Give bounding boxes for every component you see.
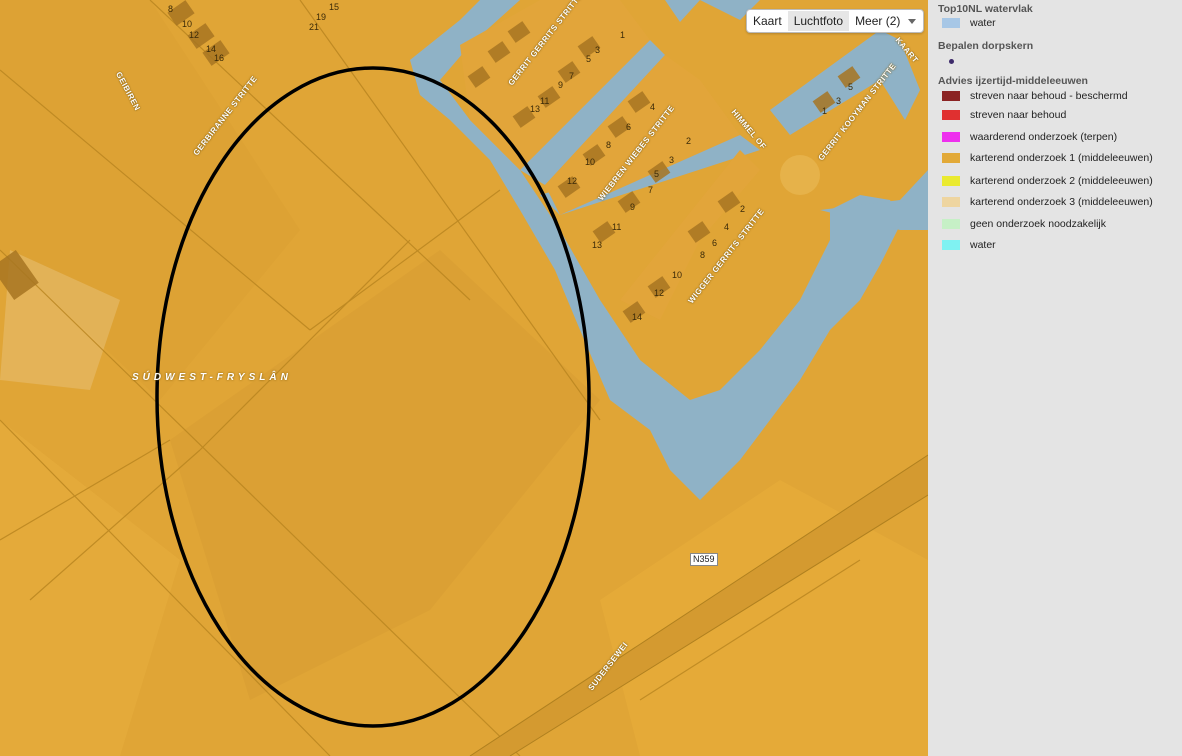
legend-item: karterend onderzoek 1 (middeleeuwen) [942, 151, 1153, 165]
legend-item-label: karterend onderzoek 2 (middeleeuwen) [970, 175, 1153, 187]
point-icon [949, 58, 954, 64]
map-type-luchtfoto-button[interactable]: Luchtfoto [787, 11, 850, 31]
house-number: 8 [606, 140, 612, 150]
house-number: 19 [316, 12, 327, 22]
legend-item: geen onderzoek noodzakelijk [942, 217, 1106, 231]
house-number: 4 [724, 222, 730, 232]
legend-item-label: waarderend onderzoek (terpen) [970, 131, 1118, 143]
legend-swatch [942, 153, 960, 163]
house-number: 7 [569, 71, 575, 81]
house-number: 2 [686, 136, 692, 146]
legend-swatch [942, 240, 960, 250]
legend-item-label: water [970, 239, 996, 251]
legend-section-title: Bepalen dorpskern [938, 40, 1034, 52]
legend-item: streven naar behoud - beschermd [942, 89, 1128, 103]
legend-swatch [942, 110, 960, 120]
house-number: 1 [620, 30, 626, 40]
house-number: 5 [586, 54, 592, 64]
house-number: 16 [214, 53, 225, 63]
legend-item: waarderend onderzoek (terpen) [942, 130, 1117, 144]
region-label: SÚDWEST-FRYSLÂN [132, 372, 292, 383]
house-number: 21 [309, 22, 320, 32]
house-number: 9 [558, 80, 564, 90]
roundabout [780, 155, 820, 195]
legend-swatch [942, 219, 960, 229]
legend-item-label: karterend onderzoek 1 (middeleeuwen) [970, 152, 1153, 164]
legend-swatch [942, 91, 960, 101]
house-number: 11 [612, 222, 622, 232]
house-number: 3 [669, 155, 675, 165]
legend-item-label: geen onderzoek noodzakelijk [970, 218, 1107, 230]
legend-item-label: streven naar behoud - beschermd [970, 90, 1128, 102]
house-number: 4 [650, 102, 656, 112]
legend-item: water [942, 238, 996, 252]
house-number: 5 [848, 82, 854, 92]
house-number: 7 [648, 185, 654, 195]
legend-item: karterend onderzoek 2 (middeleeuwen) [942, 174, 1153, 188]
legend-swatch [942, 18, 960, 28]
house-number: 11 [540, 96, 550, 106]
road-shield: N359 [690, 553, 718, 566]
house-number: 3 [836, 96, 842, 106]
house-number: 6 [712, 238, 718, 248]
house-number: 14 [632, 312, 643, 322]
house-number: 13 [530, 104, 541, 114]
house-number: 15 [329, 2, 340, 12]
legend-panel: Top10NL watervlak water Bepalen dorpsker… [928, 0, 1182, 756]
house-number: 8 [168, 4, 174, 14]
house-number: 3 [595, 45, 601, 55]
legend-item-label: water [970, 17, 996, 29]
legend-section-title: Top10NL watervlak [938, 3, 1033, 15]
house-number: 8 [700, 250, 706, 260]
legend-item: water [942, 16, 996, 30]
legend-swatch [942, 197, 960, 207]
house-number: 12 [654, 288, 665, 298]
house-number: 5 [654, 169, 660, 179]
legend-swatch [942, 176, 960, 186]
legend-item-label: streven naar behoud [970, 109, 1067, 121]
house-number: 12 [189, 30, 200, 40]
legend-item-label: karterend onderzoek 3 (middeleeuwen) [970, 196, 1153, 208]
legend-swatch [942, 132, 960, 142]
house-number: 13 [592, 240, 603, 250]
house-number: 12 [567, 176, 578, 186]
map-type-control: Kaart Luchtfoto Meer (2) [746, 9, 925, 33]
legend-item: karterend onderzoek 3 (middeleeuwen) [942, 195, 1153, 209]
map-canvas[interactable]: GEIBIREN GERBIRANNE STRITTE GERRIT GERRI… [0, 0, 928, 756]
house-number: 2 [740, 204, 746, 214]
chevron-down-icon[interactable] [908, 18, 917, 24]
house-number: 6 [626, 122, 632, 132]
map-type-meer-button[interactable]: Meer (2) [849, 11, 906, 31]
map-type-kaart-button[interactable]: Kaart [747, 11, 788, 31]
legend-item [942, 54, 970, 68]
legend-section-title: Advies ijzertijd-middeleeuwen [938, 75, 1088, 87]
house-number: 10 [672, 270, 683, 280]
house-number: 9 [630, 202, 636, 212]
house-number: 10 [585, 157, 596, 167]
legend-item: streven naar behoud [942, 108, 1066, 122]
house-number: 10 [182, 19, 193, 29]
house-number: 1 [822, 106, 828, 116]
